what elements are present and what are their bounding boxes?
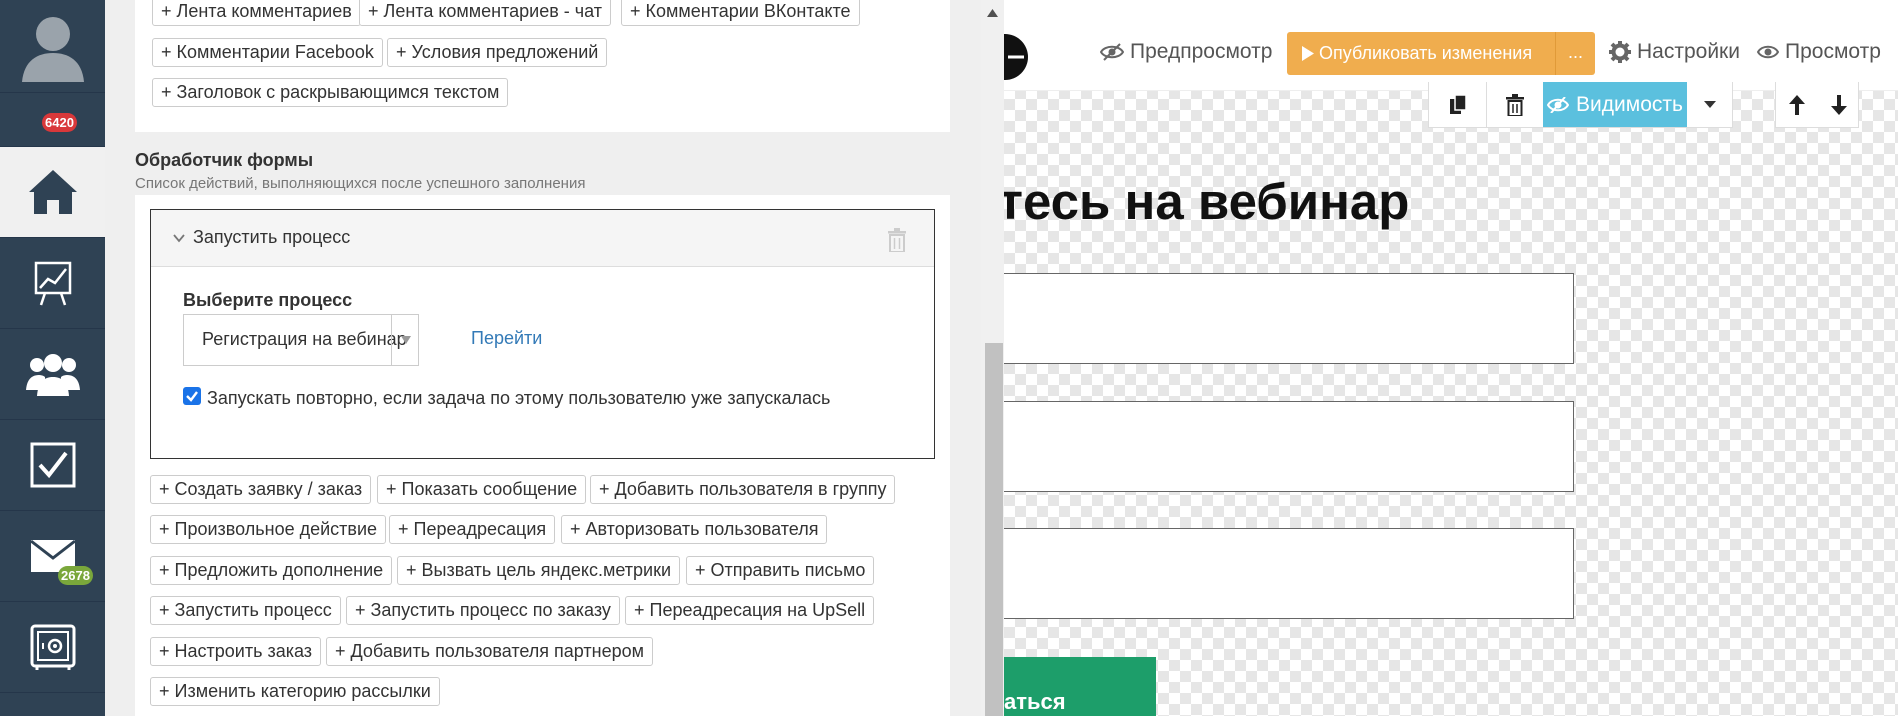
form-field-2[interactable] <box>1004 401 1574 492</box>
add-create-order-button[interactable]: + Создать заявку / заказ <box>150 475 372 504</box>
sidebar-item-safe[interactable] <box>0 602 105 693</box>
visibility-dropdown-button[interactable] <box>1687 82 1733 127</box>
checkbox-task-icon <box>30 442 75 488</box>
gear-icon <box>1609 41 1631 63</box>
move-up-button[interactable] <box>1776 82 1818 127</box>
view-label: Просмотр <box>1785 40 1881 63</box>
run-process-action: Запустить процесс Выберите процесс Регис… <box>150 209 935 459</box>
add-block-button[interactable] <box>1004 34 1028 80</box>
add-redirect-button[interactable]: + Переадресация <box>389 515 556 544</box>
editor-topbar: Предпросмотр Опубликовать изменения ... … <box>1004 0 1898 91</box>
chevron-down-icon[interactable] <box>173 234 185 243</box>
page-editor-canvas: Предпросмотр Опубликовать изменения ... … <box>1004 0 1898 716</box>
move-toolbar <box>1775 82 1859 128</box>
add-comments-feed-button[interactable]: + Лента комментариев <box>152 0 361 26</box>
panel-scrollbar[interactable] <box>981 0 1004 716</box>
add-partner-user-button[interactable]: + Добавить пользователя партнером <box>326 637 654 666</box>
add-vk-comments-button[interactable]: + Комментарии ВКонтакте <box>621 0 860 26</box>
select-divider <box>391 315 392 365</box>
settings-link[interactable]: Настройки <box>1609 40 1740 64</box>
rerun-checkbox-label: Запускать повторно, если задача по этому… <box>207 388 831 408</box>
add-custom-action-button[interactable]: + Произвольное действие <box>150 515 387 544</box>
add-expandable-heading-button[interactable]: + Заголовок с раскрывающимся текстом <box>152 78 509 107</box>
add-run-process-button[interactable]: + Запустить процесс <box>150 596 341 625</box>
user-avatar[interactable] <box>0 0 105 93</box>
add-authorize-user-button[interactable]: + Авторизовать пользователя <box>561 515 828 544</box>
action-header[interactable]: Запустить процесс <box>151 210 934 267</box>
rerun-checkbox[interactable] <box>183 387 201 405</box>
move-down-button[interactable] <box>1818 82 1860 127</box>
sidebar-item-tasks[interactable] <box>0 420 105 511</box>
visibility-button[interactable]: Видимость <box>1543 82 1687 127</box>
arrow-up-icon <box>1789 94 1805 115</box>
form-field-1[interactable] <box>1004 273 1574 364</box>
left-sidebar: 6420 2678 <box>0 0 105 716</box>
add-change-mailing-category-button[interactable]: + Изменить категорию рассылки <box>150 677 440 706</box>
process-select-value: Регистрация на вебинар <box>202 329 407 349</box>
eye-slash-icon <box>1547 96 1570 113</box>
form-handler-subtitle: Список действий, выполняющихся после усп… <box>135 175 586 192</box>
add-send-email-button[interactable]: + Отправить письмо <box>686 556 875 585</box>
webinar-heading: тесь на вебинар <box>1004 173 1410 230</box>
safe-icon <box>30 624 75 670</box>
add-user-to-group-button[interactable]: + Добавить пользователя в группу <box>590 475 896 504</box>
scroll-up-icon[interactable] <box>987 9 998 17</box>
check-icon <box>186 391 198 402</box>
delete-action-icon[interactable] <box>887 228 907 252</box>
notifications-item[interactable]: 6420 <box>0 93 105 147</box>
publish-label: Опубликовать изменения <box>1319 43 1533 63</box>
sidebar-item-statistics[interactable] <box>0 238 105 329</box>
add-upsell-redirect-button[interactable]: + Переадресация на UpSell <box>625 596 875 625</box>
copy-block-button[interactable] <box>1429 82 1486 127</box>
delete-block-button[interactable] <box>1486 82 1543 127</box>
preview-link[interactable]: Предпросмотр <box>1100 40 1272 64</box>
plus-icon <box>1008 55 1024 59</box>
users-icon <box>25 354 80 396</box>
dropdown-arrow-icon <box>401 336 411 344</box>
publish-button[interactable]: Опубликовать изменения <box>1287 32 1555 75</box>
select-process-label: Выберите процесс <box>183 290 353 310</box>
eye-slash-icon <box>1100 43 1124 61</box>
arrow-down-icon <box>1831 94 1847 115</box>
add-yandex-goal-button[interactable]: + Вызвать цель яндекс.метрики <box>397 556 681 585</box>
visibility-label: Видимость <box>1576 92 1683 116</box>
add-offer-addon-button[interactable]: + Предложить дополнение <box>150 556 393 585</box>
add-run-process-order-button[interactable]: + Запустить процесс по заказу <box>346 596 620 625</box>
avatar-icon <box>21 17 84 82</box>
add-facebook-comments-button[interactable]: + Комментарии Facebook <box>152 38 383 67</box>
publish-button-group: Опубликовать изменения ... <box>1287 32 1595 75</box>
sidebar-item-home[interactable] <box>0 147 105 238</box>
add-configure-order-button[interactable]: + Настроить заказ <box>150 637 322 666</box>
action-title: Запустить процесс <box>193 227 351 247</box>
form-field-3[interactable] <box>1004 528 1574 619</box>
copy-icon <box>1449 93 1467 114</box>
home-icon <box>28 170 77 214</box>
caret-down-icon <box>1704 101 1716 108</box>
sidebar-item-mail[interactable]: 2678 <box>0 511 105 602</box>
blocks-list: + Лента комментариев + Лента комментарие… <box>135 0 950 132</box>
publish-more-button[interactable]: ... <box>1555 32 1595 75</box>
settings-label: Настройки <box>1637 40 1740 63</box>
process-select[interactable]: Регистрация на вебинар <box>183 314 419 366</box>
form-handler-title: Обработчик формы <box>135 150 314 170</box>
add-show-message-button[interactable]: + Показать сообщение <box>377 475 587 504</box>
chart-board-icon <box>34 261 71 306</box>
sidebar-item-users[interactable] <box>0 329 105 420</box>
block-toolbar: Видимость <box>1428 82 1733 128</box>
mail-badge: 2678 <box>58 566 93 585</box>
add-comments-chat-button[interactable]: + Лента комментариев - чат <box>359 0 612 26</box>
preview-label: Предпросмотр <box>1130 40 1273 63</box>
trash-icon <box>1506 93 1524 116</box>
submit-label: аться <box>1004 689 1066 714</box>
scroll-thumb[interactable] <box>985 343 1003 716</box>
eye-icon <box>1757 45 1779 59</box>
register-submit-button[interactable]: аться <box>1004 657 1156 716</box>
view-link[interactable]: Просмотр <box>1757 40 1881 64</box>
add-offer-conditions-button[interactable]: + Условия предложений <box>387 38 608 67</box>
play-icon <box>1302 46 1314 61</box>
notifications-badge: 6420 <box>42 113 77 132</box>
goto-process-link[interactable]: Перейти <box>471 328 542 349</box>
settings-panel: + Лента комментариев + Лента комментарие… <box>105 0 1004 716</box>
